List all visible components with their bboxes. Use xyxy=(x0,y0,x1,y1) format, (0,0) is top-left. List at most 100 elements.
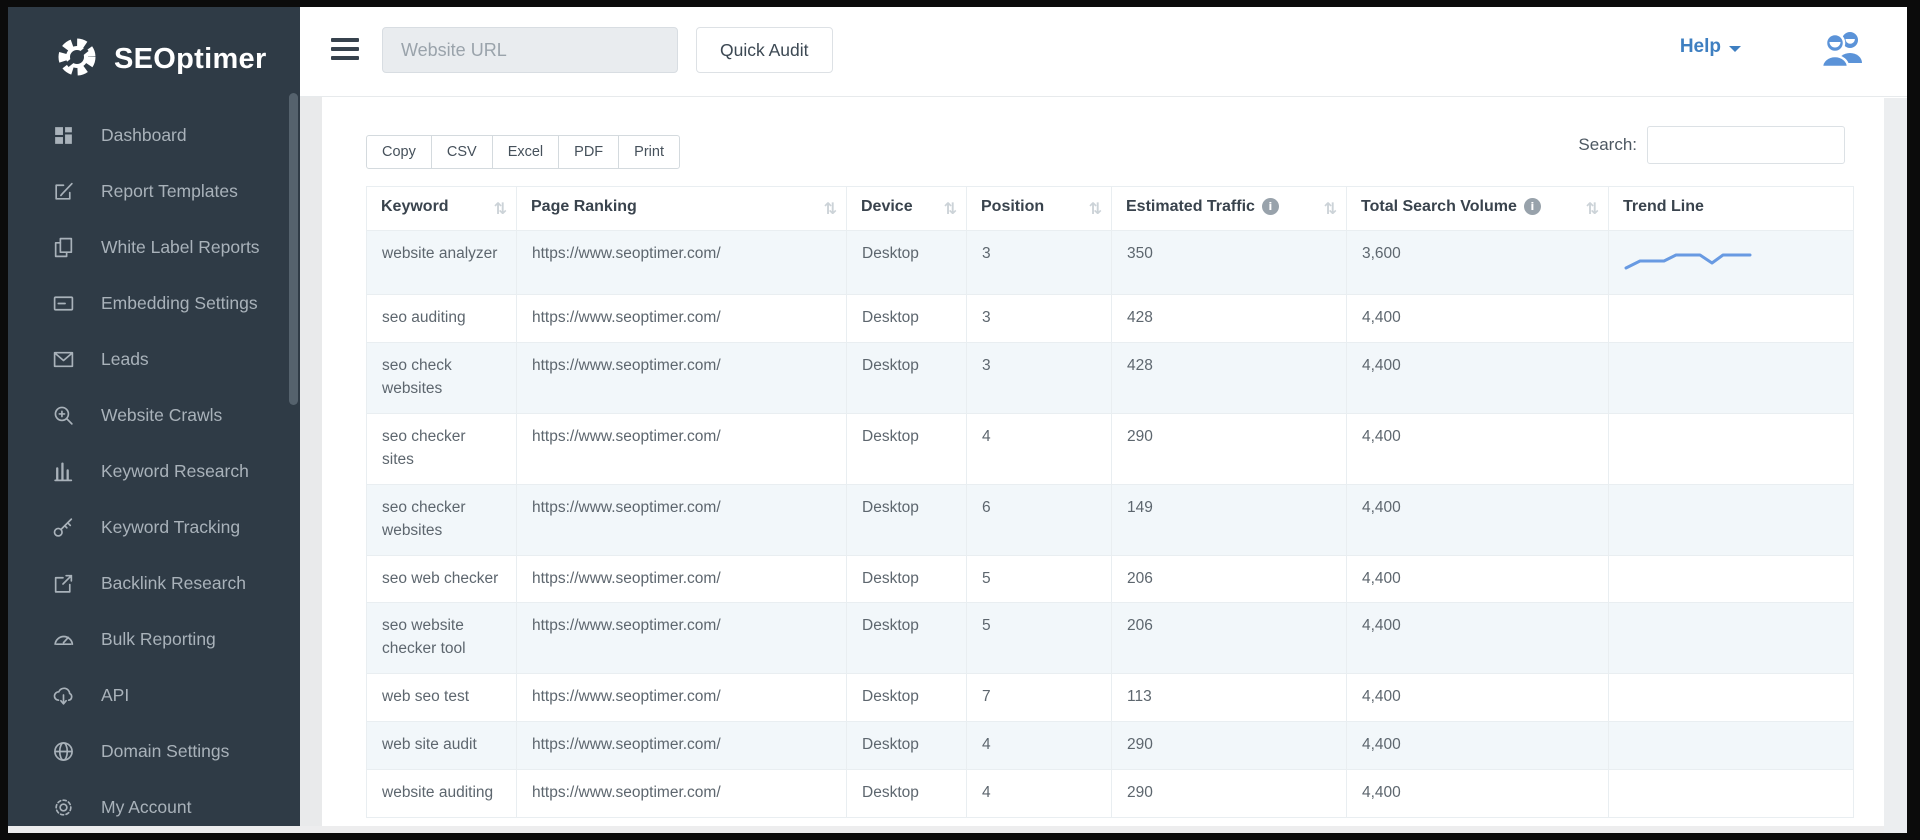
cell-position: 7 xyxy=(967,674,1112,722)
copy-export-button[interactable]: Copy xyxy=(366,135,432,169)
sort-icon: ⇅ xyxy=(944,199,957,218)
sidebar-item-white-label-reports[interactable]: White Label Reports xyxy=(8,219,300,275)
sidebar-item-embedding-settings[interactable]: Embedding Settings xyxy=(8,275,300,331)
sidebar-toggle-button[interactable] xyxy=(331,38,359,64)
page-vertical-scrollbar[interactable] xyxy=(1884,98,1907,833)
column-label: Estimated Traffic xyxy=(1126,198,1255,215)
table-row: seo checker websiteshttps://www.seoptime… xyxy=(367,484,1854,555)
print-export-button[interactable]: Print xyxy=(618,135,680,169)
cell-total-search-volume: 4,400 xyxy=(1347,294,1609,342)
cell-trend-line xyxy=(1609,674,1854,722)
website-url-input[interactable] xyxy=(382,27,678,73)
cell-trend-line xyxy=(1609,555,1854,603)
table-row: web site audithttps://www.seoptimer.com/… xyxy=(367,722,1854,770)
cell-position: 6 xyxy=(967,484,1112,555)
search-input[interactable] xyxy=(1647,126,1845,164)
cell-estimated-traffic: 206 xyxy=(1112,555,1347,603)
column-header-keyword[interactable]: Keyword ⇅ xyxy=(367,187,517,231)
sidebar-item-keyword-tracking[interactable]: Keyword Tracking xyxy=(8,499,300,555)
cell-total-search-volume: 4,400 xyxy=(1347,603,1609,674)
sidebar-item-bulk-reporting[interactable]: Bulk Reporting xyxy=(8,611,300,667)
sort-icon: ⇅ xyxy=(494,199,507,218)
sort-icon: ⇅ xyxy=(824,199,837,218)
cell-device: Desktop xyxy=(847,674,967,722)
sidebar-item-dashboard[interactable]: Dashboard xyxy=(8,107,300,163)
table-row: web seo testhttps://www.seoptimer.com/De… xyxy=(367,674,1854,722)
brand-logo[interactable]: SEOptimer xyxy=(8,7,300,91)
cell-total-search-volume: 3,600 xyxy=(1347,231,1609,295)
column-header-device[interactable]: Device⇅ xyxy=(847,187,967,231)
table-row: website analyzerhttps://www.seoptimer.co… xyxy=(367,231,1854,295)
export-button-group: CopyCSVExcelPDFPrint xyxy=(366,135,680,169)
cell-page-ranking: https://www.seoptimer.com/ xyxy=(517,555,847,603)
sidebar-item-my-account[interactable]: My Account xyxy=(8,779,300,833)
sidebar-item-leads[interactable]: Leads xyxy=(8,331,300,387)
cell-total-search-volume: 4,400 xyxy=(1347,413,1609,484)
cell-estimated-traffic: 350 xyxy=(1112,231,1347,295)
cell-page-ranking: https://www.seoptimer.com/ xyxy=(517,722,847,770)
sidebar-item-domain-settings[interactable]: Domain Settings xyxy=(8,723,300,779)
seoptimer-gear-logo-icon xyxy=(54,34,100,85)
table-row: seo website checker toolhttps://www.seop… xyxy=(367,603,1854,674)
cell-keyword: seo checker websites xyxy=(367,484,517,555)
sidebar-item-report-templates[interactable]: Report Templates xyxy=(8,163,300,219)
backlink-research-icon xyxy=(52,572,75,595)
sidebar-item-api[interactable]: API xyxy=(8,667,300,723)
cell-device: Desktop xyxy=(847,342,967,413)
cell-device: Desktop xyxy=(847,555,967,603)
cell-device: Desktop xyxy=(847,603,967,674)
keyword-tracking-panel: CopyCSVExcelPDFPrint Search: Keyword⇅Pag… xyxy=(322,98,1884,833)
cell-position: 4 xyxy=(967,770,1112,818)
sidebar-item-backlink-research[interactable]: Backlink Research xyxy=(8,555,300,611)
sidebar-item-website-crawls[interactable]: Website Crawls xyxy=(8,387,300,443)
sidebar-item-label: Website Crawls xyxy=(101,405,222,426)
cell-device: Desktop xyxy=(847,231,967,295)
cell-keyword: website analyzer xyxy=(367,231,517,295)
cell-keyword: seo checker sites xyxy=(367,413,517,484)
cell-page-ranking: https://www.seoptimer.com/ xyxy=(517,294,847,342)
table-row: seo checker siteshttps://www.seoptimer.c… xyxy=(367,413,1854,484)
cell-total-search-volume: 4,400 xyxy=(1347,674,1609,722)
cell-keyword: seo auditing xyxy=(367,294,517,342)
brand-name: SEOptimer xyxy=(114,43,267,76)
cell-estimated-traffic: 290 xyxy=(1112,770,1347,818)
keyword-table: Keyword⇅Page Ranking⇅Device⇅Position⇅Est… xyxy=(366,186,1854,818)
info-icon[interactable]: i xyxy=(1262,198,1279,215)
sidebar: SEOptimer Dashboard Report Templates White… xyxy=(8,7,300,833)
page-horizontal-scrollbar[interactable] xyxy=(8,826,1884,833)
cell-trend-line xyxy=(1609,722,1854,770)
sidebar-item-label: White Label Reports xyxy=(101,237,260,258)
cell-total-search-volume: 4,400 xyxy=(1347,770,1609,818)
column-header-total-search-volume[interactable]: Total Search Volumei⇅ xyxy=(1347,187,1609,231)
table-row: website auditinghttps://www.seoptimer.co… xyxy=(367,770,1854,818)
cell-trend-line xyxy=(1609,342,1854,413)
csv-export-button[interactable]: CSV xyxy=(431,135,493,169)
excel-export-button[interactable]: Excel xyxy=(492,135,559,169)
column-label: Page Ranking xyxy=(531,198,637,215)
cell-estimated-traffic: 428 xyxy=(1112,294,1347,342)
sidebar-nav: Dashboard Report Templates White Label Rep… xyxy=(8,107,300,833)
info-icon[interactable]: i xyxy=(1524,198,1541,215)
cell-device: Desktop xyxy=(847,484,967,555)
cell-page-ranking: https://www.seoptimer.com/ xyxy=(517,484,847,555)
column-header-position[interactable]: Position⇅ xyxy=(967,187,1112,231)
sidebar-item-label: Bulk Reporting xyxy=(101,629,216,650)
sidebar-item-keyword-research[interactable]: Keyword Research xyxy=(8,443,300,499)
pdf-export-button[interactable]: PDF xyxy=(558,135,619,169)
column-header-estimated-traffic[interactable]: Estimated Traffic i ⇅ xyxy=(1112,187,1347,231)
keyword-research-icon xyxy=(52,460,75,483)
sidebar-scrollbar[interactable] xyxy=(289,93,298,405)
column-header-page-ranking[interactable]: Page Ranking ⇅ xyxy=(517,187,847,231)
dashboard-grid-icon xyxy=(52,124,75,147)
column-header-trend-line: Trend Line xyxy=(1609,187,1854,231)
search-label: Search: xyxy=(1578,135,1637,155)
sort-icon: ⇅ xyxy=(1324,199,1337,218)
leads-envelope-icon xyxy=(52,348,75,371)
column-label: Keyword xyxy=(381,198,449,215)
account-users-button[interactable] xyxy=(1819,29,1867,71)
sidebar-item-label: Backlink Research xyxy=(101,573,246,594)
sidebar-item-label: Report Templates xyxy=(101,181,238,202)
quick-audit-button[interactable]: Quick Audit xyxy=(696,27,833,73)
help-dropdown[interactable]: Help xyxy=(1680,36,1741,58)
cell-trend-line xyxy=(1609,770,1854,818)
